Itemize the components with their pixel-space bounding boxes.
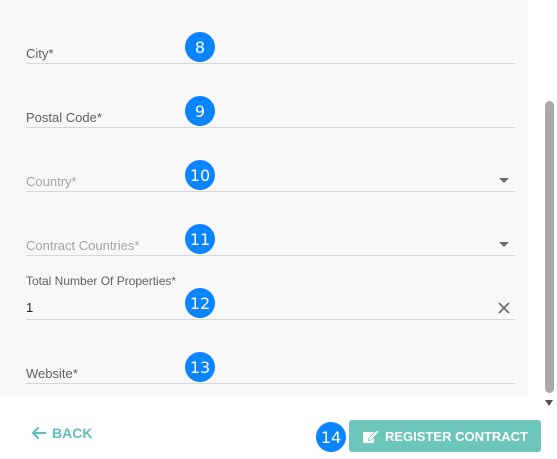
step-badge-9: 9 <box>185 96 215 126</box>
step-badge-13: 13 <box>185 352 215 382</box>
postal-code-label: Postal Code* <box>26 110 102 125</box>
city-underline <box>26 63 515 64</box>
step-badge-11: 11 <box>185 224 215 254</box>
close-icon[interactable] <box>497 301 511 315</box>
scroll-down-arrow-icon[interactable] <box>545 400 553 406</box>
register-contract-label: REGISTER CONTRACT <box>385 428 528 444</box>
form-panel: City* 8 Postal Code* 9 Country* 10 Contr… <box>0 0 528 395</box>
website-field[interactable]: Website* <box>26 360 515 385</box>
total-properties-field[interactable]: Total Number Of Properties* 1 <box>26 273 515 321</box>
city-label: City* <box>26 46 54 61</box>
step-badge-8: 8 <box>185 32 215 62</box>
step-badge-10: 10 <box>185 160 215 190</box>
website-label: Website* <box>26 366 78 381</box>
country-label: Country* <box>26 174 77 189</box>
total-properties-label: Total Number Of Properties* <box>26 274 177 288</box>
arrow-left-icon <box>31 426 46 440</box>
total-properties-value[interactable]: 1 <box>26 300 33 315</box>
pen-document-icon <box>363 429 380 443</box>
postal-code-underline <box>26 127 515 128</box>
city-field[interactable]: City* <box>26 40 515 65</box>
postal-code-field[interactable]: Postal Code* <box>26 104 515 129</box>
back-button[interactable]: BACK <box>30 425 92 441</box>
country-select[interactable]: Country* <box>26 168 515 193</box>
contract-countries-select[interactable]: Contract Countries* <box>26 232 515 257</box>
vertical-scrollbar[interactable] <box>544 0 557 410</box>
total-properties-underline <box>26 319 515 320</box>
scrollbar-thumb[interactable] <box>545 101 554 393</box>
contract-countries-label: Contract Countries* <box>26 238 140 253</box>
step-badge-14: 14 <box>316 422 346 452</box>
website-underline <box>26 383 515 384</box>
contract-countries-underline <box>26 255 515 256</box>
triangle-down-icon[interactable] <box>499 242 509 247</box>
back-button-label: BACK <box>52 425 93 441</box>
country-underline <box>26 191 515 192</box>
register-contract-button[interactable]: REGISTER CONTRACT <box>349 420 541 452</box>
triangle-down-icon[interactable] <box>499 178 509 183</box>
step-badge-12: 12 <box>185 288 215 318</box>
